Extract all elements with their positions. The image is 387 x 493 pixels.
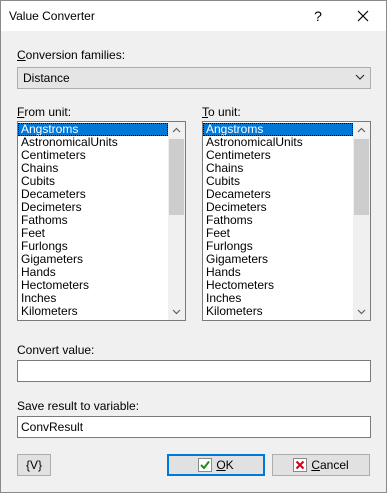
save-result-input[interactable] bbox=[18, 417, 370, 437]
conversion-families-dropdown[interactable]: Distance bbox=[17, 67, 371, 89]
close-icon bbox=[357, 10, 369, 22]
title-bar: Value Converter ? bbox=[1, 1, 386, 31]
value-converter-dialog: Value Converter ? Conversion families: D… bbox=[0, 0, 387, 493]
scroll-up-button[interactable] bbox=[353, 122, 370, 139]
close-button[interactable] bbox=[343, 1, 383, 31]
to-unit-scrollbar[interactable] bbox=[353, 122, 370, 320]
list-item[interactable]: Kilometers bbox=[18, 305, 168, 318]
chevron-up-icon bbox=[172, 127, 181, 133]
from-unit-items: Angstroms AstronomicalUnits Centimeters Cha… bbox=[18, 123, 168, 318]
scroll-thumb[interactable] bbox=[354, 139, 369, 215]
save-result-label: Save result to variable: bbox=[17, 399, 140, 413]
help-button[interactable]: ? bbox=[303, 1, 333, 31]
convert-value-label: Convert value: bbox=[17, 343, 95, 357]
from-unit-listbox[interactable]: Angstroms AstronomicalUnits Centimeters Cha… bbox=[17, 121, 186, 321]
from-unit-scrollbar[interactable] bbox=[168, 122, 185, 320]
scroll-down-button[interactable] bbox=[353, 303, 370, 320]
to-unit-listbox[interactable]: Angstroms AstronomicalUnits Centimeters Cha… bbox=[202, 121, 371, 321]
help-icon: ? bbox=[314, 8, 322, 24]
list-item[interactable]: Kilometers bbox=[203, 305, 353, 318]
scroll-up-button[interactable] bbox=[168, 122, 185, 139]
insert-variable-label: {V} bbox=[25, 458, 43, 472]
checkmark-icon bbox=[198, 458, 213, 472]
conversion-families-value: Distance bbox=[23, 71, 70, 85]
save-result-field-box bbox=[17, 416, 371, 438]
to-unit-label: To unit: bbox=[202, 105, 241, 119]
convert-value-field-box bbox=[17, 360, 371, 382]
chevron-up-icon bbox=[357, 127, 366, 133]
cancel-x-icon bbox=[293, 458, 308, 472]
cancel-button[interactable]: Cancel bbox=[272, 454, 370, 476]
from-unit-label: From unit: bbox=[17, 105, 72, 119]
chevron-down-icon bbox=[357, 309, 366, 315]
insert-variable-button[interactable]: {V} bbox=[17, 454, 51, 476]
convert-value-input[interactable] bbox=[18, 361, 370, 381]
ok-label: OK bbox=[216, 458, 234, 472]
conversion-families-label: Conversion families: bbox=[17, 48, 126, 62]
cancel-label: Cancel bbox=[311, 458, 349, 472]
scroll-thumb[interactable] bbox=[169, 139, 184, 215]
window-title: Value Converter bbox=[9, 9, 95, 23]
chevron-down-icon bbox=[172, 309, 181, 315]
chevron-down-icon bbox=[355, 74, 365, 80]
to-unit-items: Angstroms AstronomicalUnits Centimeters Cha… bbox=[203, 123, 353, 318]
ok-button[interactable]: OK bbox=[167, 454, 265, 476]
scroll-down-button[interactable] bbox=[168, 303, 185, 320]
